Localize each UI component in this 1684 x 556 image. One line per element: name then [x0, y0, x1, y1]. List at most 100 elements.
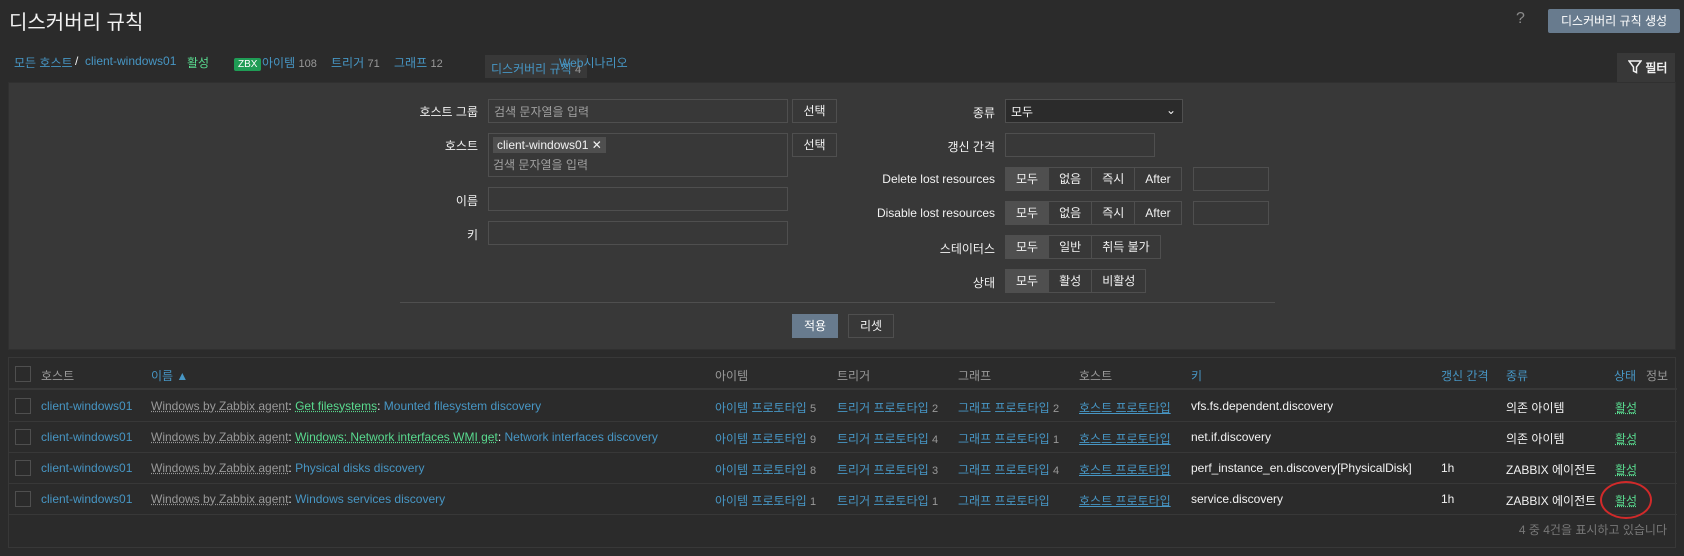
breadcrumb-all-hosts[interactable]: 모든 호스트	[14, 54, 73, 71]
host-prototypes-link[interactable]: 호스트 프로토타입	[1079, 492, 1171, 509]
row-items-cell[interactable]: 아이템 프로토타입 8	[715, 461, 816, 478]
host-prototypes-link[interactable]: 호스트 프로토타입	[1079, 430, 1171, 447]
row-host-link[interactable]: client-windows01	[41, 399, 132, 413]
graph-prototypes-link[interactable]: 그래프 프로토타입	[958, 494, 1050, 508]
row-checkbox[interactable]	[15, 491, 31, 507]
host-multiselect[interactable]: client-windows01 ✕ 검색 문자열을 입력	[488, 133, 788, 177]
row-parent-item-link[interactable]: Windows: Network interfaces WMI get	[295, 430, 498, 444]
state-option[interactable]: 일반	[1049, 236, 1093, 258]
delete-lost-option[interactable]: 없음	[1049, 168, 1093, 190]
item-prototypes-link[interactable]: 아이템 프로토타입	[715, 401, 807, 415]
item-prototypes-link[interactable]: 아이템 프로토타입	[715, 432, 807, 446]
select-all-checkbox[interactable]	[15, 366, 31, 382]
trigger-prototypes-link[interactable]: 트리거 프로토타입	[837, 494, 929, 508]
row-graphs-cell[interactable]: 그래프 프로토타입 4	[958, 461, 1059, 478]
help-icon[interactable]: ?	[1516, 10, 1525, 28]
row-graphs-cell[interactable]: 그래프 프로토타입 2	[958, 399, 1059, 416]
tab-triggers-label[interactable]: 트리거	[331, 56, 364, 70]
host-select-button[interactable]: 선택	[792, 133, 837, 157]
remove-tag-icon[interactable]: ✕	[592, 138, 602, 152]
host-status[interactable]: 활성	[187, 54, 209, 71]
tab-graphs[interactable]: 그래프 12	[394, 54, 443, 71]
col-status[interactable]: 상태	[1614, 367, 1636, 384]
host-prototypes-link[interactable]: 호스트 프로토타입	[1079, 399, 1171, 416]
breadcrumb-host[interactable]: client-windows01	[85, 54, 176, 68]
row-name-link[interactable]: Physical disks discovery	[295, 461, 424, 475]
delete-lost-option[interactable]: 모두	[1006, 168, 1050, 190]
status-segmented[interactable]: 모두 활성 비활성	[1005, 269, 1147, 293]
state-option[interactable]: 취득 불가	[1092, 236, 1160, 258]
name-input[interactable]	[488, 187, 788, 211]
disable-lost-option[interactable]: 즉시	[1092, 202, 1136, 224]
row-graphs-cell[interactable]: 그래프 프로토타입	[958, 492, 1050, 509]
tab-items-label[interactable]: 아이템	[262, 56, 295, 70]
disable-lost-option[interactable]: 모두	[1006, 202, 1050, 224]
row-checkbox[interactable]	[15, 429, 31, 445]
host-group-select-button[interactable]: 선택	[792, 99, 837, 123]
row-checkbox[interactable]	[15, 460, 31, 476]
delete-lost-option[interactable]: After	[1135, 168, 1180, 190]
row-name-link[interactable]: Mounted filesystem discovery	[384, 399, 541, 413]
disable-lost-option[interactable]: 없음	[1049, 202, 1093, 224]
trigger-prototypes-link[interactable]: 트리거 프로토타입	[837, 463, 929, 477]
type-select[interactable]: 모두 ⌄	[1005, 99, 1183, 123]
row-host-link[interactable]: client-windows01	[41, 492, 132, 506]
row-triggers-cell[interactable]: 트리거 프로토타입 2	[837, 399, 938, 416]
row-triggers-cell[interactable]: 트리거 프로토타입 3	[837, 461, 938, 478]
tab-graphs-label[interactable]: 그래프	[394, 56, 427, 70]
col-interval[interactable]: 갱신 간격	[1441, 367, 1489, 384]
delete-lost-segmented[interactable]: 모두 없음 즉시 After	[1005, 167, 1182, 191]
state-segmented[interactable]: 모두 일반 취득 불가	[1005, 235, 1161, 259]
reset-button[interactable]: 리셋	[848, 314, 894, 338]
row-status-toggle[interactable]: 활성	[1615, 399, 1637, 416]
filter-toggle-tab[interactable]: 필터	[1617, 53, 1675, 83]
row-host-link[interactable]: client-windows01	[41, 430, 132, 444]
tab-triggers[interactable]: 트리거 71	[331, 54, 380, 71]
host-prototypes-link[interactable]: 호스트 프로토타입	[1079, 461, 1171, 478]
key-input[interactable]	[488, 221, 788, 245]
disable-lost-segmented[interactable]: 모두 없음 즉시 After	[1005, 201, 1182, 225]
apply-button[interactable]: 적용	[792, 314, 838, 338]
row-template-link[interactable]: Windows by Zabbix agent	[151, 461, 288, 475]
create-discovery-rule-button[interactable]: 디스커버리 규칙 생성	[1548, 9, 1681, 33]
trigger-prototypes-link[interactable]: 트리거 프로토타입	[837, 432, 929, 446]
host-search-placeholder[interactable]: 검색 문자열을 입력	[493, 156, 783, 173]
graph-prototypes-link[interactable]: 그래프 프로토타입	[958, 432, 1050, 446]
row-status-toggle[interactable]: 활성	[1615, 461, 1637, 478]
row-parent-item-link[interactable]: Get filesystems	[295, 399, 377, 413]
delete-lost-option[interactable]: 즉시	[1092, 168, 1136, 190]
row-items-cell[interactable]: 아이템 프로토타입 5	[715, 399, 816, 416]
disable-lost-after-input[interactable]	[1193, 201, 1269, 225]
status-option[interactable]: 비활성	[1092, 270, 1145, 292]
item-prototypes-link[interactable]: 아이템 프로토타입	[715, 494, 807, 508]
row-name-link[interactable]: Windows services discovery	[295, 492, 445, 506]
host-group-input[interactable]: 검색 문자열을 입력	[488, 99, 788, 123]
status-option[interactable]: 모두	[1006, 270, 1050, 292]
delete-lost-after-input[interactable]	[1193, 167, 1269, 191]
row-name-link[interactable]: Network interfaces discovery	[504, 430, 657, 444]
row-template-link[interactable]: Windows by Zabbix agent	[151, 492, 288, 506]
row-items-cell[interactable]: 아이템 프로토타입 1	[715, 492, 816, 509]
row-template-link[interactable]: Windows by Zabbix agent	[151, 399, 288, 413]
col-key[interactable]: 키	[1191, 367, 1202, 384]
row-host-link[interactable]: client-windows01	[41, 461, 132, 475]
trigger-prototypes-link[interactable]: 트리거 프로토타입	[837, 401, 929, 415]
state-option[interactable]: 모두	[1006, 236, 1050, 258]
row-status-toggle[interactable]: 활성	[1615, 430, 1637, 447]
col-name[interactable]: 이름 ▲	[151, 367, 188, 384]
row-triggers-cell[interactable]: 트리거 프로토타입 4	[837, 430, 938, 447]
item-prototypes-link[interactable]: 아이템 프로토타입	[715, 463, 807, 477]
tab-web-scenarios[interactable]: Web시나리오	[559, 54, 628, 71]
row-status-toggle[interactable]: 활성	[1615, 492, 1637, 509]
col-type[interactable]: 종류	[1506, 367, 1528, 384]
row-checkbox[interactable]	[15, 398, 31, 414]
disable-lost-option[interactable]: After	[1135, 202, 1180, 224]
graph-prototypes-link[interactable]: 그래프 프로토타입	[958, 401, 1050, 415]
row-triggers-cell[interactable]: 트리거 프로토타입 1	[837, 492, 938, 509]
graph-prototypes-link[interactable]: 그래프 프로토타입	[958, 463, 1050, 477]
tab-items[interactable]: 아이템 108	[262, 54, 317, 71]
row-template-link[interactable]: Windows by Zabbix agent	[151, 430, 288, 444]
update-interval-input[interactable]	[1005, 133, 1155, 157]
status-option[interactable]: 활성	[1049, 270, 1093, 292]
row-items-cell[interactable]: 아이템 프로토타입 9	[715, 430, 816, 447]
